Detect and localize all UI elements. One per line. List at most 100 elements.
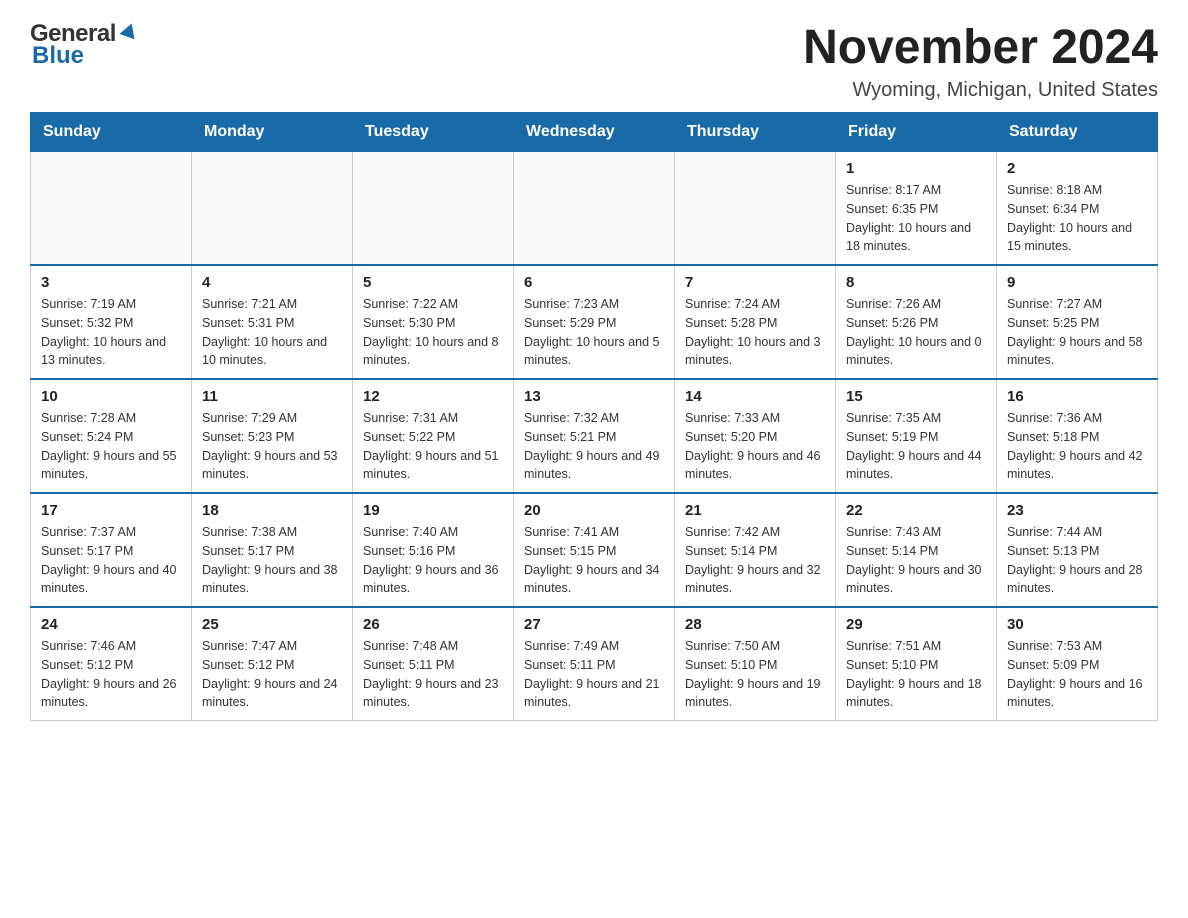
calendar-cell: 22 Sunrise: 7:43 AM Sunset: 5:14 PM Dayli… — [836, 493, 997, 607]
day-number: 10 — [41, 388, 181, 405]
day-number: 26 — [363, 616, 503, 633]
day-number: 6 — [524, 274, 664, 291]
calendar-cell: 28 Sunrise: 7:50 AM Sunset: 5:10 PM Dayli… — [675, 607, 836, 721]
day-info: Sunrise: 7:53 AM Sunset: 5:09 PM Dayligh… — [1007, 637, 1147, 712]
day-info: Sunrise: 7:36 AM Sunset: 5:18 PM Dayligh… — [1007, 409, 1147, 484]
calendar-table: Sunday Monday Tuesday Wednesday Thursday… — [30, 112, 1158, 721]
day-info: Sunrise: 7:19 AM Sunset: 5:32 PM Dayligh… — [41, 295, 181, 370]
header-thursday: Thursday — [675, 113, 836, 152]
calendar-cell: 21 Sunrise: 7:42 AM Sunset: 5:14 PM Dayli… — [675, 493, 836, 607]
header-sunday: Sunday — [31, 113, 192, 152]
day-number: 13 — [524, 388, 664, 405]
day-info: Sunrise: 7:43 AM Sunset: 5:14 PM Dayligh… — [846, 523, 986, 598]
day-number: 23 — [1007, 502, 1147, 519]
calendar-cell: 12 Sunrise: 7:31 AM Sunset: 5:22 PM Dayli… — [353, 379, 514, 493]
calendar-cell: 16 Sunrise: 7:36 AM Sunset: 5:18 PM Dayli… — [997, 379, 1158, 493]
day-number: 19 — [363, 502, 503, 519]
day-number: 5 — [363, 274, 503, 291]
week-row-2: 3 Sunrise: 7:19 AM Sunset: 5:32 PM Daylig… — [31, 265, 1158, 379]
day-number: 30 — [1007, 616, 1147, 633]
day-info: Sunrise: 7:37 AM Sunset: 5:17 PM Dayligh… — [41, 523, 181, 598]
day-number: 29 — [846, 616, 986, 633]
day-number: 27 — [524, 616, 664, 633]
page-header: General Blue November 2024 Wyoming, Mich… — [30, 20, 1158, 102]
header-friday: Friday — [836, 113, 997, 152]
day-info: Sunrise: 7:49 AM Sunset: 5:11 PM Dayligh… — [524, 637, 664, 712]
logo-arrow-icon — [119, 21, 139, 46]
calendar-cell: 18 Sunrise: 7:38 AM Sunset: 5:17 PM Dayli… — [192, 493, 353, 607]
day-number: 2 — [1007, 160, 1147, 177]
calendar-cell: 19 Sunrise: 7:40 AM Sunset: 5:16 PM Dayli… — [353, 493, 514, 607]
day-info: Sunrise: 7:28 AM Sunset: 5:24 PM Dayligh… — [41, 409, 181, 484]
day-number: 3 — [41, 274, 181, 291]
calendar-cell: 23Sunrise: 7:44 AM Sunset: 5:13 PM Dayli… — [997, 493, 1158, 607]
day-info: Sunrise: 7:27 AM Sunset: 5:25 PM Dayligh… — [1007, 295, 1147, 370]
day-number: 14 — [685, 388, 825, 405]
calendar-cell — [31, 152, 192, 266]
calendar-cell: 1 Sunrise: 8:17 AM Sunset: 6:35 PM Daylig… — [836, 152, 997, 266]
calendar-cell: 14Sunrise: 7:33 AM Sunset: 5:20 PM Dayli… — [675, 379, 836, 493]
calendar-cell: 11 Sunrise: 7:29 AM Sunset: 5:23 PM Dayli… — [192, 379, 353, 493]
day-number: 18 — [202, 502, 342, 519]
day-info: Sunrise: 7:42 AM Sunset: 5:14 PM Dayligh… — [685, 523, 825, 598]
week-row-5: 24Sunrise: 7:46 AM Sunset: 5:12 PM Dayli… — [31, 607, 1158, 721]
calendar-cell: 26Sunrise: 7:48 AM Sunset: 5:11 PM Dayli… — [353, 607, 514, 721]
title-section: November 2024 Wyoming, Michigan, United … — [803, 20, 1158, 102]
calendar-cell: 27 Sunrise: 7:49 AM Sunset: 5:11 PM Dayli… — [514, 607, 675, 721]
day-number: 12 — [363, 388, 503, 405]
day-number: 7 — [685, 274, 825, 291]
day-info: Sunrise: 7:32 AM Sunset: 5:21 PM Dayligh… — [524, 409, 664, 484]
page-title: November 2024 — [803, 20, 1158, 75]
day-info: Sunrise: 7:38 AM Sunset: 5:17 PM Dayligh… — [202, 523, 342, 598]
calendar-cell: 5 Sunrise: 7:22 AM Sunset: 5:30 PM Daylig… — [353, 265, 514, 379]
day-info: Sunrise: 7:40 AM Sunset: 5:16 PM Dayligh… — [363, 523, 503, 598]
calendar-cell — [675, 152, 836, 266]
calendar-cell: 25 Sunrise: 7:47 AM Sunset: 5:12 PM Dayli… — [192, 607, 353, 721]
logo-blue-text: Blue — [30, 42, 84, 70]
calendar-cell — [353, 152, 514, 266]
week-row-1: 1 Sunrise: 8:17 AM Sunset: 6:35 PM Daylig… — [31, 152, 1158, 266]
calendar-cell: 7 Sunrise: 7:24 AM Sunset: 5:28 PM Daylig… — [675, 265, 836, 379]
week-row-3: 10 Sunrise: 7:28 AM Sunset: 5:24 PM Dayli… — [31, 379, 1158, 493]
day-number: 25 — [202, 616, 342, 633]
day-info: Sunrise: 7:22 AM Sunset: 5:30 PM Dayligh… — [363, 295, 503, 370]
day-number: 9 — [1007, 274, 1147, 291]
day-number: 15 — [846, 388, 986, 405]
calendar-cell: 29 Sunrise: 7:51 AM Sunset: 5:10 PM Dayli… — [836, 607, 997, 721]
calendar-cell: 8Sunrise: 7:26 AM Sunset: 5:26 PM Daylig… — [836, 265, 997, 379]
day-info: Sunrise: 7:51 AM Sunset: 5:10 PM Dayligh… — [846, 637, 986, 712]
calendar-cell: 10 Sunrise: 7:28 AM Sunset: 5:24 PM Dayli… — [31, 379, 192, 493]
day-info: Sunrise: 7:23 AM Sunset: 5:29 PM Dayligh… — [524, 295, 664, 370]
calendar-cell: 9 Sunrise: 7:27 AM Sunset: 5:25 PM Daylig… — [997, 265, 1158, 379]
day-info: Sunrise: 7:47 AM Sunset: 5:12 PM Dayligh… — [202, 637, 342, 712]
day-info: Sunrise: 8:17 AM Sunset: 6:35 PM Dayligh… — [846, 181, 986, 256]
calendar-cell: 15Sunrise: 7:35 AM Sunset: 5:19 PM Dayli… — [836, 379, 997, 493]
calendar-header-row: Sunday Monday Tuesday Wednesday Thursday… — [31, 113, 1158, 152]
calendar-cell: 30 Sunrise: 7:53 AM Sunset: 5:09 PM Dayli… — [997, 607, 1158, 721]
header-monday: Monday — [192, 113, 353, 152]
day-number: 11 — [202, 388, 342, 405]
calendar-cell: 3 Sunrise: 7:19 AM Sunset: 5:32 PM Daylig… — [31, 265, 192, 379]
day-number: 4 — [202, 274, 342, 291]
day-number: 1 — [846, 160, 986, 177]
day-info: Sunrise: 7:41 AM Sunset: 5:15 PM Dayligh… — [524, 523, 664, 598]
day-info: Sunrise: 7:26 AM Sunset: 5:26 PM Dayligh… — [846, 295, 986, 370]
calendar-cell — [514, 152, 675, 266]
day-info: Sunrise: 7:50 AM Sunset: 5:10 PM Dayligh… — [685, 637, 825, 712]
day-number: 21 — [685, 502, 825, 519]
header-saturday: Saturday — [997, 113, 1158, 152]
week-row-4: 17 Sunrise: 7:37 AM Sunset: 5:17 PM Dayli… — [31, 493, 1158, 607]
logo: General Blue — [30, 20, 139, 70]
calendar-cell: 17 Sunrise: 7:37 AM Sunset: 5:17 PM Dayli… — [31, 493, 192, 607]
day-info: Sunrise: 7:31 AM Sunset: 5:22 PM Dayligh… — [363, 409, 503, 484]
day-info: Sunrise: 7:24 AM Sunset: 5:28 PM Dayligh… — [685, 295, 825, 370]
day-number: 22 — [846, 502, 986, 519]
day-info: Sunrise: 8:18 AM Sunset: 6:34 PM Dayligh… — [1007, 181, 1147, 256]
day-number: 17 — [41, 502, 181, 519]
day-info: Sunrise: 7:29 AM Sunset: 5:23 PM Dayligh… — [202, 409, 342, 484]
calendar-cell: 2 Sunrise: 8:18 AM Sunset: 6:34 PM Daylig… — [997, 152, 1158, 266]
day-number: 16 — [1007, 388, 1147, 405]
day-info: Sunrise: 7:46 AM Sunset: 5:12 PM Dayligh… — [41, 637, 181, 712]
page-subtitle: Wyoming, Michigan, United States — [803, 79, 1158, 102]
day-number: 28 — [685, 616, 825, 633]
